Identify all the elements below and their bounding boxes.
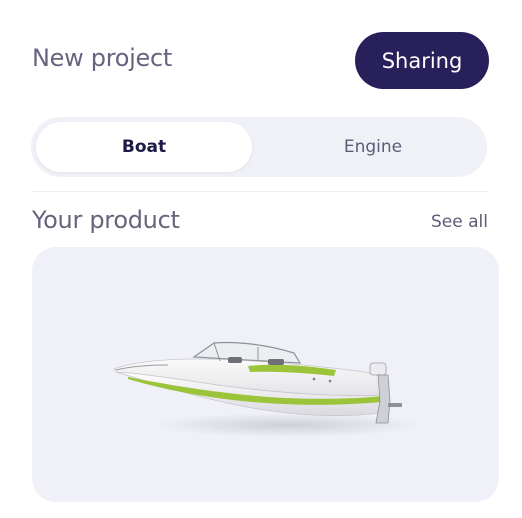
tab-boat[interactable]: Boat	[36, 122, 252, 172]
sharing-button[interactable]: Sharing	[355, 32, 489, 89]
see-all-link[interactable]: See all	[431, 212, 488, 232]
new-project-screen: New project Sharing Boat Engine Your pro…	[0, 0, 522, 518]
speedboat-image	[113, 341, 418, 437]
section-title: Your product	[32, 206, 180, 234]
page-title: New project	[32, 44, 172, 72]
tab-engine[interactable]: Engine	[265, 122, 481, 172]
divider	[32, 191, 488, 192]
product-type-segmented-control: Boat Engine	[31, 117, 487, 177]
product-card[interactable]	[32, 247, 499, 502]
